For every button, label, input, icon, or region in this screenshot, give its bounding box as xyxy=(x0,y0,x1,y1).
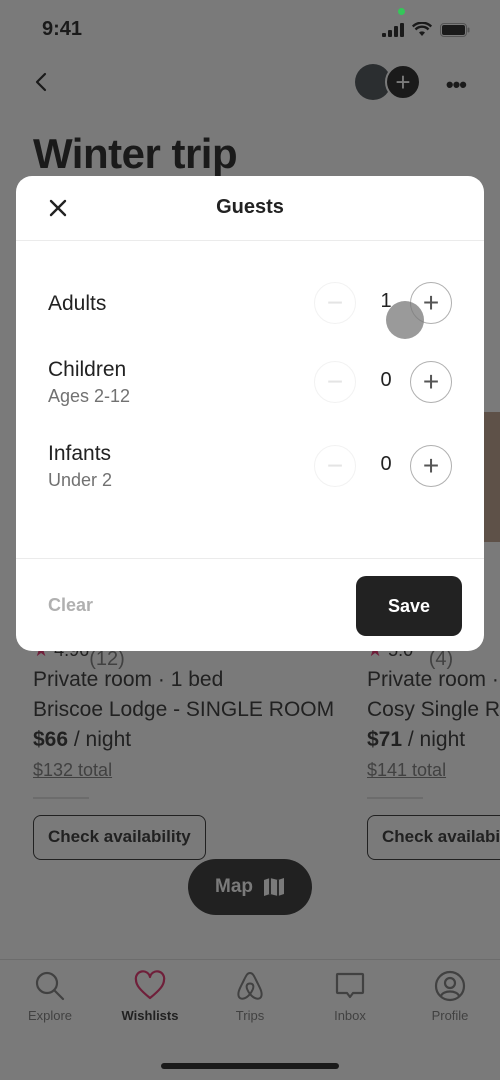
children-stepper[interactable]: − 0 + xyxy=(312,361,452,405)
decrease-button[interactable]: − xyxy=(314,282,356,324)
increase-button[interactable]: + xyxy=(410,445,452,487)
adults-stepper[interactable]: − 1 + xyxy=(312,282,452,326)
touch-indicator xyxy=(386,301,424,339)
privacy-indicator xyxy=(398,8,405,15)
guest-label: Adults xyxy=(48,292,107,315)
guest-label: Infants xyxy=(48,442,112,465)
clear-button[interactable]: Clear xyxy=(48,595,93,616)
modal-title: Guests xyxy=(216,196,284,218)
increase-button[interactable]: + xyxy=(410,361,452,403)
decrease-button[interactable]: − xyxy=(314,361,356,403)
guest-sublabel: Ages 2-12 xyxy=(48,386,131,406)
modal-footer: Clear Save xyxy=(16,558,484,651)
modal-header: Guests xyxy=(16,176,484,241)
guest-sublabel: Under 2 xyxy=(48,470,113,490)
save-button[interactable]: Save xyxy=(356,576,462,636)
guests-modal: Guests Adults − 1 + Children Ages 2-12 −… xyxy=(16,176,484,651)
guest-row-infants: Infants Under 2 − 0 + xyxy=(48,442,452,505)
guest-count: 0 xyxy=(380,369,392,391)
guest-row-children: Children Ages 2-12 − 0 + xyxy=(48,358,452,421)
decrease-button[interactable]: − xyxy=(314,445,356,487)
guest-count: 0 xyxy=(380,453,392,475)
infants-stepper[interactable]: − 0 + xyxy=(312,445,452,489)
guest-label: Children xyxy=(48,358,127,381)
